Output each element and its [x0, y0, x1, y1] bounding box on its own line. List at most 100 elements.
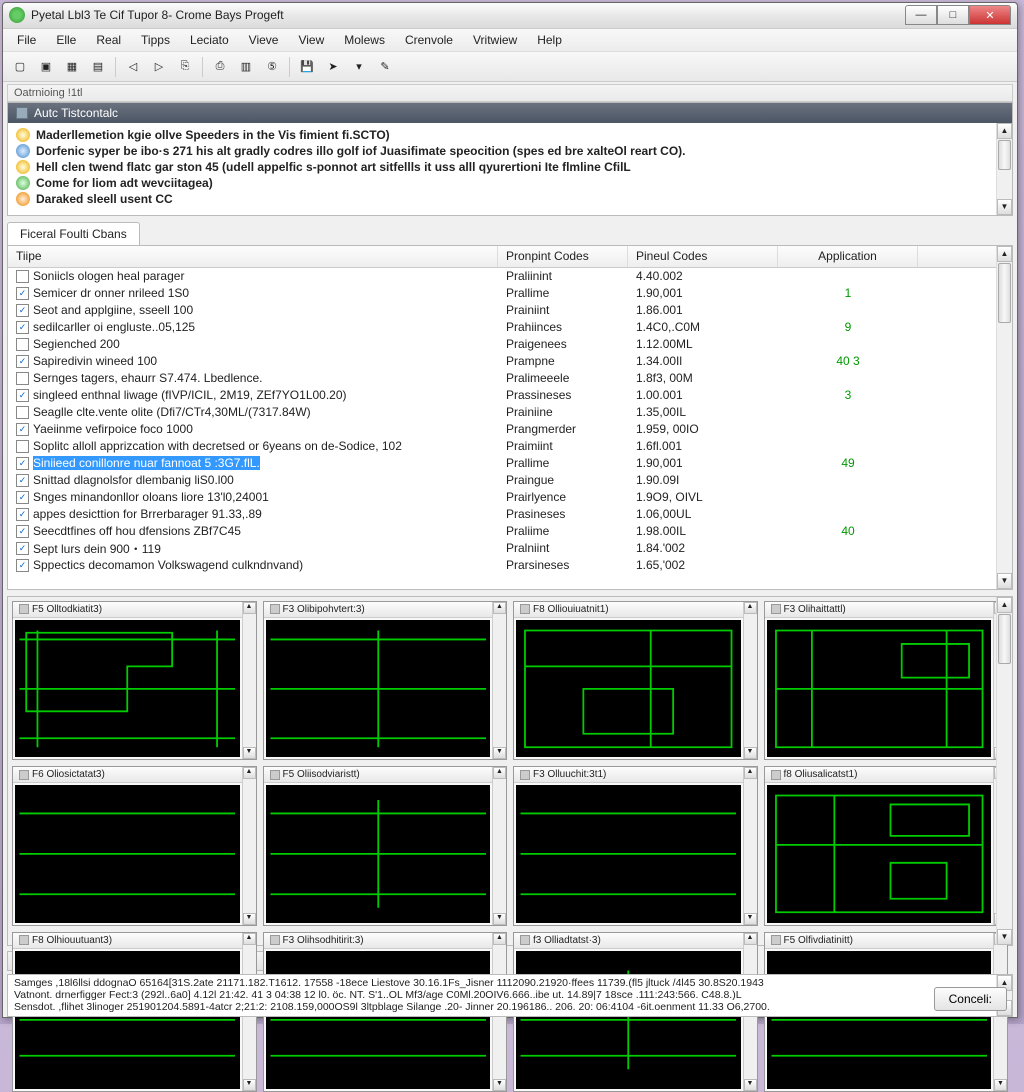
- chart-canvas[interactable]: [15, 951, 240, 1089]
- scroll-up-icon[interactable]: ▲: [997, 597, 1012, 613]
- menu-vritwiew[interactable]: Vritwiew: [463, 30, 527, 50]
- table-row[interactable]: ✓Semicer dr onner nrileed 1S0Prallime1.9…: [8, 285, 1012, 302]
- scroll-up-icon[interactable]: ▲: [997, 123, 1012, 139]
- checkbox[interactable]: ✓: [16, 474, 29, 487]
- chart-scrollbar[interactable]: ▲▼: [242, 767, 256, 925]
- scroll-down-icon[interactable]: ▼: [994, 1079, 1007, 1091]
- scroll-up-icon[interactable]: ▲: [243, 933, 256, 945]
- scroll-down-icon[interactable]: ▼: [744, 913, 757, 925]
- chart-scrollbar[interactable]: ▲▼: [492, 767, 506, 925]
- table-row[interactable]: ✓Siniieed conillonre nuar fannoat 5 :3G7…: [8, 455, 1012, 472]
- scroll-down-icon[interactable]: ▼: [744, 1079, 757, 1091]
- col-pineul[interactable]: Pineul Codes: [628, 246, 778, 267]
- scroll-up-icon[interactable]: ▲: [493, 933, 506, 945]
- table-row[interactable]: ✓Sppectics decomamon Volkswagend culkndn…: [8, 557, 1012, 574]
- checkbox[interactable]: ✓: [16, 457, 29, 470]
- scroll-up-icon[interactable]: ▲: [744, 602, 757, 614]
- minimize-button[interactable]: —: [905, 5, 937, 25]
- menu-leciato[interactable]: Leciato: [180, 30, 239, 50]
- table-row[interactable]: ✓singleed enthnal liwage (fIVP/ICIL, 2M1…: [8, 387, 1012, 404]
- chart-scrollbar[interactable]: ▲▼: [242, 602, 256, 760]
- maximize-button[interactable]: □: [937, 5, 969, 25]
- scroll-thumb[interactable]: [998, 263, 1011, 323]
- chart-canvas[interactable]: [516, 620, 741, 758]
- table-row[interactable]: ✓Snittad dlagnolsfor dlembanig liS0.l00P…: [8, 472, 1012, 489]
- scroll-down-icon[interactable]: ▼: [243, 747, 256, 759]
- checkbox[interactable]: [16, 372, 29, 385]
- table-row[interactable]: ✓Seot and applgiine, sseell 100Prainiint…: [8, 302, 1012, 319]
- scroll-down-icon[interactable]: ▼: [744, 747, 757, 759]
- scroll-down-icon[interactable]: ▼: [243, 913, 256, 925]
- table-row[interactable]: ✓Seecdtfines off hou dfensions ZBf7C45Pr…: [8, 523, 1012, 540]
- cancel-button[interactable]: Conceli:: [934, 987, 1007, 1011]
- menu-view[interactable]: View: [288, 30, 334, 50]
- checkbox[interactable]: [16, 440, 29, 453]
- chart-canvas[interactable]: [767, 785, 992, 923]
- tb-back-icon[interactable]: ◁: [122, 56, 144, 78]
- tb-grid-icon[interactable]: ▤: [87, 56, 109, 78]
- chart-scrollbar[interactable]: ▲▼: [492, 602, 506, 760]
- scroll-down-icon[interactable]: ▼: [493, 913, 506, 925]
- table-row[interactable]: Seaglle clte.vente olite (Dfi7/CTr4,30ML…: [8, 404, 1012, 421]
- tb-send-icon[interactable]: ⎘: [174, 56, 196, 78]
- checkbox[interactable]: ✓: [16, 508, 29, 521]
- scroll-down-icon[interactable]: ▼: [997, 573, 1012, 589]
- tb-copy-icon[interactable]: ⎙: [209, 56, 231, 78]
- menu-file[interactable]: File: [7, 30, 46, 50]
- menu-help[interactable]: Help: [527, 30, 572, 50]
- chart-canvas[interactable]: [266, 785, 491, 923]
- menu-real[interactable]: Real: [86, 30, 131, 50]
- menu-tipps[interactable]: Tipps: [131, 30, 180, 50]
- table-row[interactable]: ✓sedilcarller oi engluste..05,125Prahiin…: [8, 319, 1012, 336]
- scroll-up-icon[interactable]: ▲: [493, 767, 506, 779]
- checkbox[interactable]: ✓: [16, 304, 29, 317]
- col-pronpint[interactable]: Pronpint Codes: [498, 246, 628, 267]
- scroll-thumb[interactable]: [998, 614, 1011, 664]
- checkbox[interactable]: [16, 338, 29, 351]
- chart-canvas[interactable]: [15, 620, 240, 758]
- grid-scrollbar[interactable]: ▲ ▼: [996, 246, 1012, 589]
- charts-scrollbar[interactable]: ▲ ▼: [996, 597, 1012, 945]
- scroll-track[interactable]: [997, 665, 1012, 929]
- tb-table-icon[interactable]: ▥: [235, 56, 257, 78]
- checkbox[interactable]: [16, 406, 29, 419]
- col-type[interactable]: Tiipe: [8, 246, 498, 267]
- menu-vieve[interactable]: Vieve: [239, 30, 289, 50]
- chart-scrollbar[interactable]: ▲▼: [743, 602, 757, 760]
- checkbox[interactable]: ✓: [16, 542, 29, 555]
- col-application[interactable]: Application: [778, 246, 918, 267]
- table-row[interactable]: Soplitc alloll apprizcation with decrets…: [8, 438, 1012, 455]
- scroll-down-icon[interactable]: ▼: [493, 1079, 506, 1091]
- tab-ficeral[interactable]: Ficeral Foulti Cbans: [7, 222, 140, 245]
- scroll-up-icon[interactable]: ▲: [493, 602, 506, 614]
- chart-canvas[interactable]: [516, 951, 741, 1089]
- chart-canvas[interactable]: [767, 620, 992, 758]
- tb-open-icon[interactable]: ▣: [35, 56, 57, 78]
- checkbox[interactable]: [16, 270, 29, 283]
- table-row[interactable]: Sernges tagers, ehaurr S7.474. Lbedlence…: [8, 370, 1012, 387]
- table-row[interactable]: ✓Snges minandonllor oloans liore 13'l0,2…: [8, 489, 1012, 506]
- msg-scrollbar[interactable]: ▲ ▼: [996, 123, 1012, 215]
- tb-arrow-icon[interactable]: ➤: [322, 56, 344, 78]
- checkbox[interactable]: ✓: [16, 559, 29, 572]
- scroll-up-icon[interactable]: ▲: [997, 246, 1012, 262]
- tb-fwd-icon[interactable]: ▷: [148, 56, 170, 78]
- tb-dd-icon[interactable]: ▾: [348, 56, 370, 78]
- scroll-track[interactable]: [997, 171, 1012, 199]
- scroll-down-icon[interactable]: ▼: [243, 1079, 256, 1091]
- table-row[interactable]: ✓Sept lurs dein 900・119Pralniint1.84.'00…: [8, 540, 1012, 557]
- chart-canvas[interactable]: [266, 951, 491, 1089]
- checkbox[interactable]: ✓: [16, 389, 29, 402]
- table-row[interactable]: ✓Sapiredivin wineed 100Prampne1.34.00Il4…: [8, 353, 1012, 370]
- scroll-down-icon[interactable]: ▼: [997, 199, 1012, 215]
- scroll-down-icon[interactable]: ▼: [997, 929, 1012, 945]
- chart-canvas[interactable]: [266, 620, 491, 758]
- tb-disk-icon[interactable]: 💾: [296, 56, 318, 78]
- checkbox[interactable]: ✓: [16, 321, 29, 334]
- tb-new-icon[interactable]: ▢: [9, 56, 31, 78]
- close-button[interactable]: ✕: [969, 5, 1011, 25]
- checkbox[interactable]: ✓: [16, 525, 29, 538]
- scroll-down-icon[interactable]: ▼: [493, 747, 506, 759]
- scroll-thumb[interactable]: [998, 140, 1011, 170]
- chart-canvas[interactable]: [516, 785, 741, 923]
